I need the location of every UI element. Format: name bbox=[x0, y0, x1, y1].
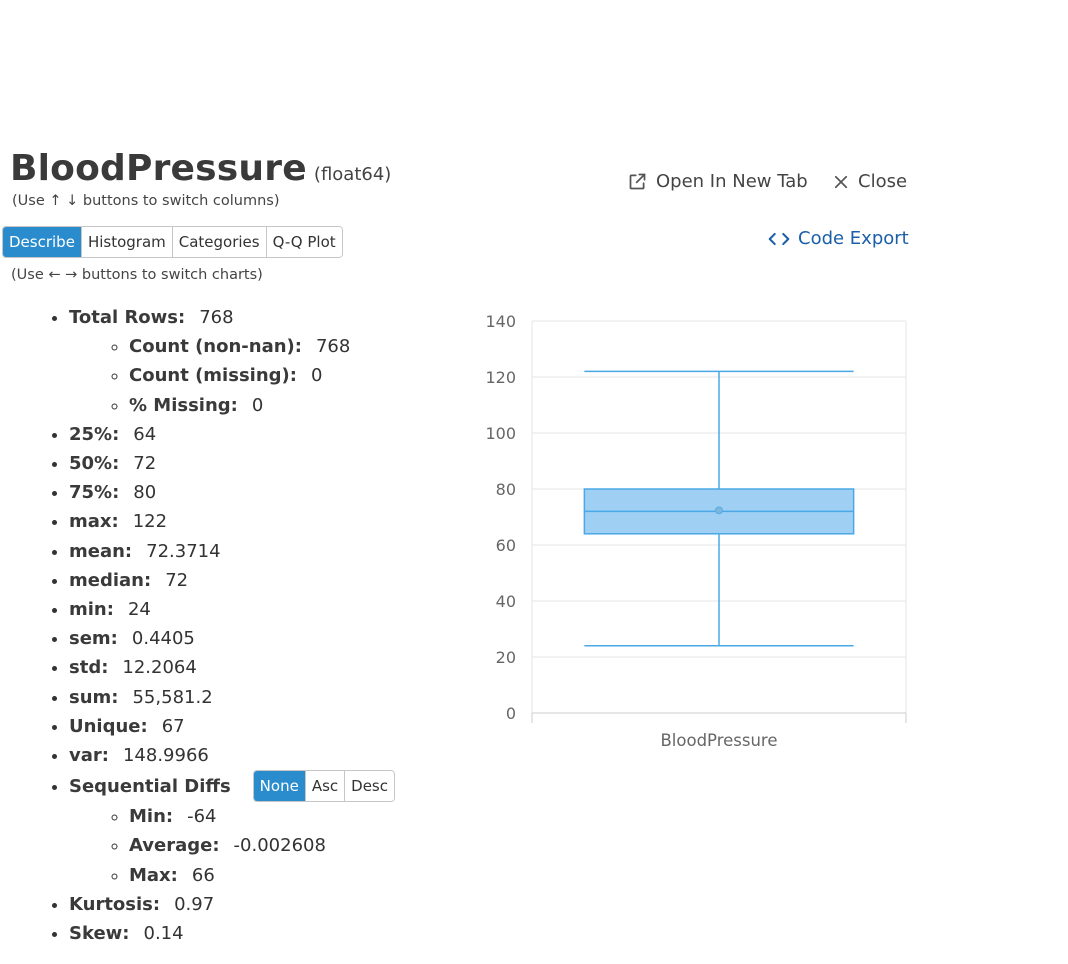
column-type: (float64) bbox=[313, 164, 392, 185]
tab-qq-plot[interactable]: Q-Q Plot bbox=[266, 227, 342, 257]
seq-none-button[interactable]: None bbox=[253, 771, 306, 802]
stat-unique: Unique:67 bbox=[69, 712, 395, 741]
seq-diff-toggle: None Asc Desc bbox=[252, 770, 395, 803]
stat-kurtosis: Kurtosis:0.97 bbox=[69, 890, 395, 919]
stat-sem: sem:0.4405 bbox=[69, 624, 395, 653]
close-button[interactable]: Close bbox=[832, 171, 907, 192]
describe-stats-list: Total Rows:768 Count (non-nan):768 Count… bbox=[30, 303, 395, 948]
y-tick-label-0: 0 bbox=[506, 704, 516, 723]
external-link-icon bbox=[629, 173, 646, 190]
y-tick-label-100: 100 bbox=[485, 424, 516, 443]
stat-pct-missing: % Missing:0 bbox=[129, 391, 395, 420]
y-tick-label-20: 20 bbox=[496, 648, 516, 667]
tab-describe[interactable]: Describe bbox=[3, 227, 82, 257]
close-label: Close bbox=[858, 171, 908, 192]
seq-asc-button[interactable]: Asc bbox=[305, 771, 346, 802]
close-icon bbox=[834, 175, 848, 188]
stat-seq-average: Average:-0.002608 bbox=[129, 831, 395, 860]
stat-max: max:122 bbox=[69, 507, 395, 536]
open-new-tab-label: Open In New Tab bbox=[656, 171, 808, 192]
y-tick-label-80: 80 bbox=[496, 480, 516, 499]
stat-p50: 50%:72 bbox=[69, 449, 395, 478]
y-tick-label-60: 60 bbox=[496, 536, 516, 555]
x-category-label: BloodPressure bbox=[660, 731, 777, 750]
mean-point bbox=[715, 506, 723, 515]
y-tick-label-140: 140 bbox=[485, 312, 516, 331]
stat-sum: sum:55,581.2 bbox=[69, 683, 395, 712]
stat-mean: mean:72.3714 bbox=[69, 537, 395, 566]
open-new-tab-link[interactable]: Open In New Tab bbox=[627, 171, 808, 192]
stat-sequential-diffs: Sequential Diffs None Asc Desc Min:-64 A… bbox=[69, 770, 395, 890]
stat-count-nonnan: Count (non-nan):768 bbox=[129, 332, 395, 361]
y-axis-ticks: 0 20 40 60 80 100 120 140 bbox=[485, 312, 516, 723]
code-icon bbox=[768, 232, 790, 245]
chart-switch-hint: (Use ← → buttons to switch charts) bbox=[11, 267, 263, 283]
stat-std: std:12.2064 bbox=[69, 653, 395, 682]
stat-skew: Skew:0.14 bbox=[69, 919, 395, 948]
stat-p75: 75%:80 bbox=[69, 478, 395, 507]
chart-tabs: Describe Histogram Categories Q-Q Plot bbox=[2, 226, 343, 258]
stat-total-rows: Total Rows:768 Count (non-nan):768 Count… bbox=[69, 303, 395, 420]
seq-desc-button[interactable]: Desc bbox=[345, 771, 394, 802]
stat-var: var:148.9966 bbox=[69, 741, 395, 770]
y-tick-label-120: 120 bbox=[485, 368, 516, 387]
stat-count-missing: Count (missing):0 bbox=[129, 361, 395, 390]
y-tick-label-40: 40 bbox=[496, 592, 516, 611]
tab-histogram[interactable]: Histogram bbox=[81, 227, 173, 257]
stat-min: min:24 bbox=[69, 595, 395, 624]
code-export-link[interactable]: Code Export bbox=[768, 228, 909, 249]
stat-seq-min: Min:-64 bbox=[129, 802, 395, 831]
tab-categories[interactable]: Categories bbox=[172, 227, 267, 257]
stat-median: median:72 bbox=[69, 566, 395, 595]
box-plot-chart: 0 20 40 60 80 100 120 140 BloodPressure bbox=[485, 312, 907, 750]
stat-p25: 25%:64 bbox=[69, 420, 395, 449]
column-title: BloodPressure (float64) bbox=[10, 148, 391, 189]
column-name: BloodPressure bbox=[10, 148, 307, 189]
stat-seq-max: Max:66 bbox=[129, 861, 395, 890]
code-export-label: Code Export bbox=[798, 228, 909, 249]
column-switch-hint: (Use ↑ ↓ buttons to switch columns) bbox=[12, 193, 280, 209]
